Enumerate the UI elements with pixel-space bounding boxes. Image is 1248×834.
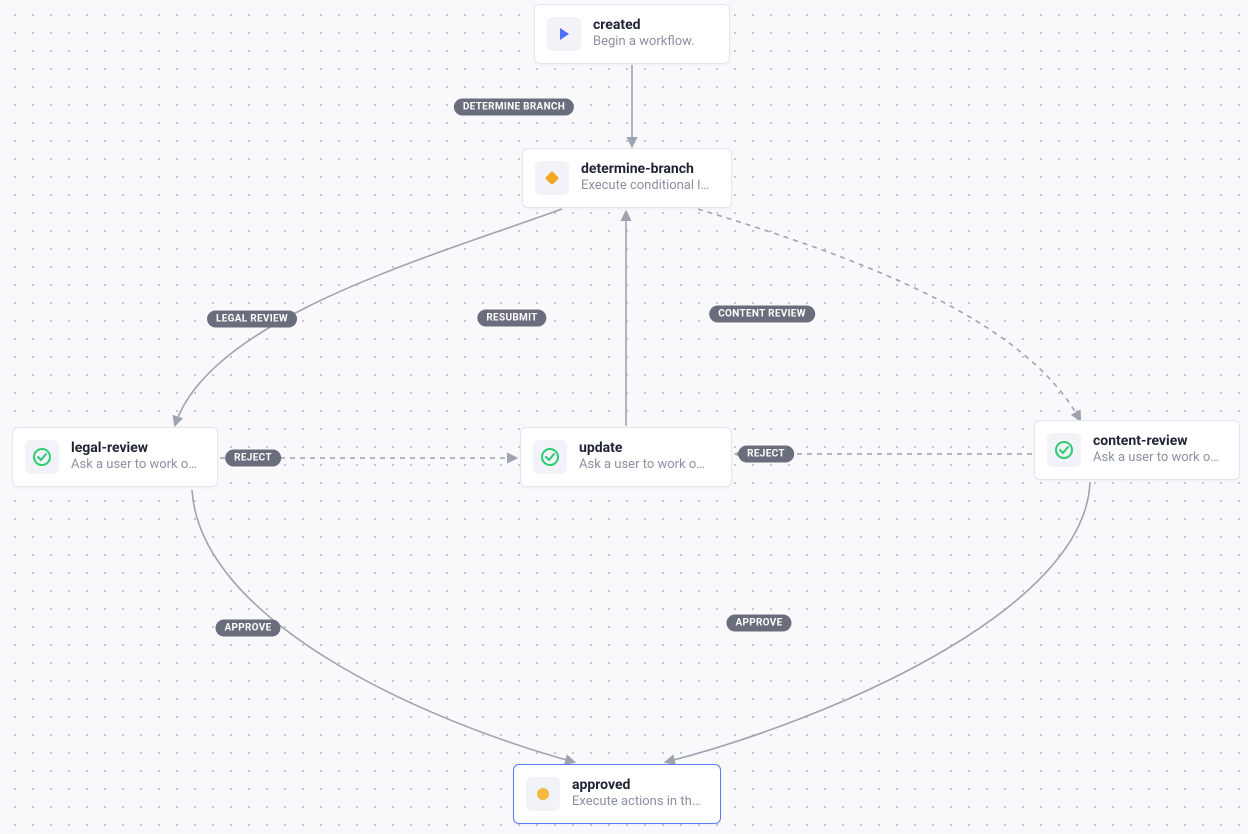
check-circle-icon (533, 440, 567, 474)
node-title: update (579, 440, 705, 458)
node-title: approved (572, 777, 700, 795)
node-legal-review[interactable]: legal-review Ask a user to work o… (12, 427, 218, 487)
node-subtitle: Ask a user to work o… (1093, 450, 1219, 467)
node-title: determine-branch (581, 161, 709, 179)
node-title: content-review (1093, 433, 1219, 451)
node-subtitle: Execute conditional l… (581, 178, 709, 195)
diamond-icon (535, 161, 569, 195)
node-subtitle: Ask a user to work o… (71, 457, 197, 474)
node-created[interactable]: created Begin a workflow. (534, 4, 730, 64)
node-subtitle: Execute actions in th… (572, 794, 700, 811)
workflow-canvas[interactable]: created Begin a workflow. determine-bran… (0, 0, 1248, 834)
node-update[interactable]: update Ask a user to work o… (520, 427, 732, 487)
node-title: legal-review (71, 440, 197, 458)
check-circle-icon (25, 440, 59, 474)
node-subtitle: Ask a user to work o… (579, 457, 705, 474)
node-approved[interactable]: approved Execute actions in th… (513, 764, 721, 824)
node-determine-branch[interactable]: determine-branch Execute conditional l… (522, 148, 732, 208)
node-subtitle: Begin a workflow. (593, 34, 695, 51)
check-circle-icon (1047, 433, 1081, 467)
play-icon (547, 17, 581, 51)
node-content-review[interactable]: content-review Ask a user to work o… (1034, 420, 1240, 480)
circle-icon (526, 777, 560, 811)
node-title: created (593, 17, 695, 35)
dot-grid-background (0, 0, 1248, 834)
